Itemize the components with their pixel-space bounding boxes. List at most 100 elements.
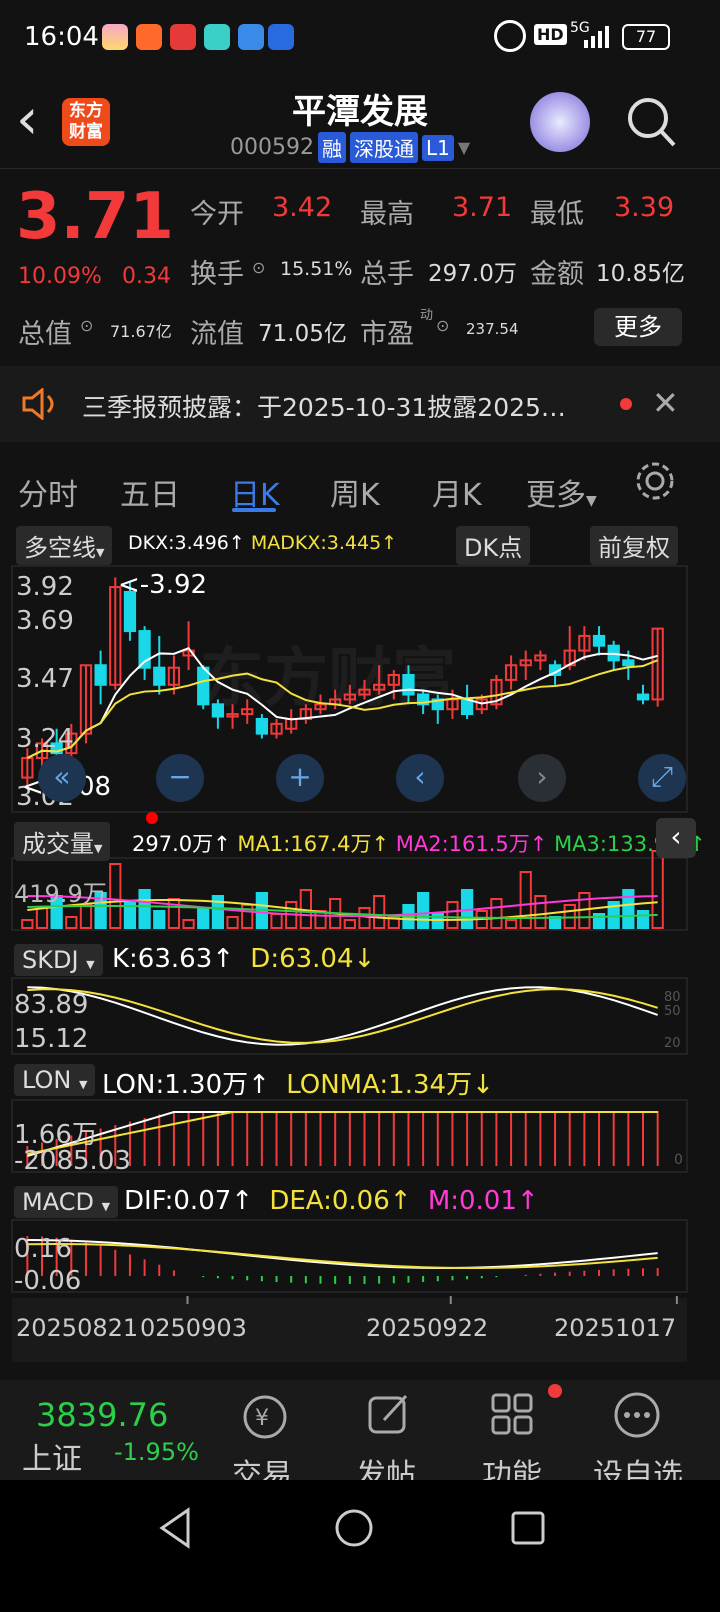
pe-value: 237.54 (466, 320, 519, 338)
tab-five-day[interactable]: 五日 (120, 470, 180, 514)
scroll-left-button[interactable]: ‹ (396, 754, 444, 802)
edit-post-icon (368, 1394, 408, 1434)
skdj-lines (27, 986, 659, 1046)
shenzhen-connect-badge: 深股通 (349, 132, 418, 163)
search-icon[interactable] (626, 96, 676, 148)
volume-ma1: MA1:167.4万↑ (237, 832, 390, 856)
candle-body (255, 717, 269, 735)
axis-tick: 3.47 (16, 664, 74, 694)
lonma-value: LONMA:1.34万↓ (286, 1070, 494, 1100)
macd-dif: DIF:0.07↑ (124, 1186, 254, 1216)
volume-now: 297.0万↑ (132, 832, 231, 856)
stock-code: 000592 (230, 135, 314, 160)
collapse-panel-button[interactable]: ‹ (656, 818, 696, 858)
volume-bar (109, 863, 122, 929)
tab-weekly-k[interactable]: 周K (330, 470, 380, 514)
macd-axis-top: 0.16 (14, 1234, 72, 1264)
zoom-in-button[interactable]: + (276, 754, 324, 802)
chevron-down-icon: ▼ (586, 493, 597, 509)
zoom-out-button[interactable]: − (156, 754, 204, 802)
indicator-select-label: 多空线 (24, 534, 96, 562)
date-label: 0250903 (140, 1314, 247, 1342)
volume-indicator-label: 成交量 (22, 830, 94, 858)
open-label: 今开 (190, 199, 244, 230)
volume-bar (519, 871, 532, 929)
margin-badge: 融 (317, 132, 346, 163)
nav-back-icon[interactable] (156, 1506, 196, 1550)
scroll-right-button[interactable]: › (518, 754, 566, 802)
lon-indicator-select[interactable]: LON ▼ (14, 1064, 96, 1096)
candle-body (94, 664, 107, 686)
macd-indicator-select[interactable]: MACD ▼ (14, 1186, 119, 1218)
indicator-select[interactable]: 多空线▼ (16, 526, 113, 565)
volume-bar (138, 889, 151, 929)
adjustment-button[interactable]: 前复权 (590, 526, 678, 565)
volume-bar (651, 850, 664, 929)
candle-body (460, 698, 474, 716)
stock-code-line[interactable]: 000592 融 深股通 L1 ▼ (230, 132, 470, 163)
volume-values: 297.0万↑ MA1:167.4万↑ MA2:161.5万↑ MA3:133.… (132, 828, 706, 858)
index-value[interactable]: 3839.76 (36, 1396, 168, 1434)
macd-dea: DEA:0.06↑ (269, 1186, 412, 1216)
info-icon[interactable]: ⊙ (436, 316, 449, 335)
chevron-down-icon: ▼ (86, 958, 95, 971)
yuan-trade-icon: ¥ (243, 1395, 287, 1439)
robot-assistant-icon[interactable] (530, 92, 590, 152)
close-icon[interactable]: ✕ (652, 384, 679, 422)
notice-text[interactable]: 三季报预披露：于2025-10-31披露2025… (82, 388, 566, 424)
volume-bar (343, 919, 356, 929)
nav-home-icon[interactable] (332, 1506, 376, 1550)
mcap-value: 71.67亿 (110, 322, 172, 341)
skdj-values: K:63.63↑ D:63.04↓ (112, 944, 375, 974)
app-notify-icon (136, 24, 162, 50)
volume-bar (21, 919, 34, 929)
candle-body (211, 703, 225, 718)
volume-indicator-select[interactable]: 成交量▼ (14, 822, 111, 861)
date-label: 20250922 (366, 1314, 489, 1342)
tab-more[interactable]: 更多▼ (526, 470, 597, 514)
info-icon[interactable]: ⊙ (80, 316, 93, 335)
volume-bar (358, 907, 371, 929)
change-pct: 10.09% (18, 264, 102, 289)
float-value: 71.05亿 (258, 321, 347, 347)
dk-point-button[interactable]: DK点 (456, 526, 531, 565)
skdj-level-80: 80 (664, 990, 681, 1005)
axis-tick: 3.92 (16, 572, 74, 602)
pe-label: 市盈 (360, 319, 414, 350)
volume-bar (197, 907, 210, 929)
app-notify-icon (170, 24, 196, 50)
more-options-icon (614, 1392, 660, 1438)
skdj-label: SKDJ (22, 946, 79, 974)
info-icon[interactable]: ⊙ (252, 258, 265, 277)
volume-label: 总手 (360, 259, 414, 290)
date-label: 20250821 (16, 1314, 139, 1342)
gear-icon[interactable] (634, 460, 676, 502)
volume-value: 297.0万 (428, 261, 517, 287)
more-button[interactable]: 更多 (594, 308, 682, 346)
low-label: 最低 (530, 199, 584, 230)
skdj-k-line (27, 986, 659, 1046)
fullscreen-icon[interactable]: ⤢ (638, 754, 686, 802)
skdj-indicator-select[interactable]: SKDJ ▼ (14, 944, 103, 976)
volume-axis: 419.9万 (14, 880, 107, 908)
divider (0, 168, 720, 169)
tab-monthly-k[interactable]: 月K (432, 470, 482, 514)
float-label: 流值 (190, 319, 244, 350)
index-name[interactable]: 上证 (22, 1434, 82, 1478)
price-axis: 3.92 (16, 572, 74, 602)
skdj-d-line (27, 988, 658, 1044)
date-label: 20251017 (554, 1314, 677, 1342)
settings-notify-icon (238, 24, 264, 50)
macd-dif-line (27, 1239, 658, 1269)
stock-name: 平潭发展 (292, 92, 428, 132)
svg-text:¥: ¥ (255, 1406, 269, 1431)
skdj-level-50: 50 (664, 1004, 681, 1019)
nav-recents-icon[interactable] (508, 1508, 548, 1548)
open-value: 3.42 (272, 192, 333, 223)
rewind-icon[interactable]: « (38, 754, 86, 802)
tab-intraday[interactable]: 分时 (18, 470, 78, 514)
volume-bar (182, 919, 195, 929)
volume-bar (446, 901, 459, 929)
lon-level-0: 0 (674, 1152, 683, 1168)
skdj-k: K:63.63↑ (112, 944, 235, 974)
